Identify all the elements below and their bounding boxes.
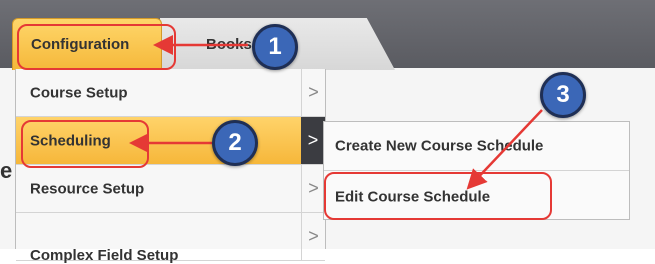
annotation-arrows [129,35,543,190]
callout-2: 2 [212,120,258,166]
menu-item-label: Complex Field Setup [30,247,179,264]
callout-1: 1 [252,24,298,70]
arrow-to-edit-course-schedule [466,109,543,190]
callout-3: 3 [540,72,586,118]
